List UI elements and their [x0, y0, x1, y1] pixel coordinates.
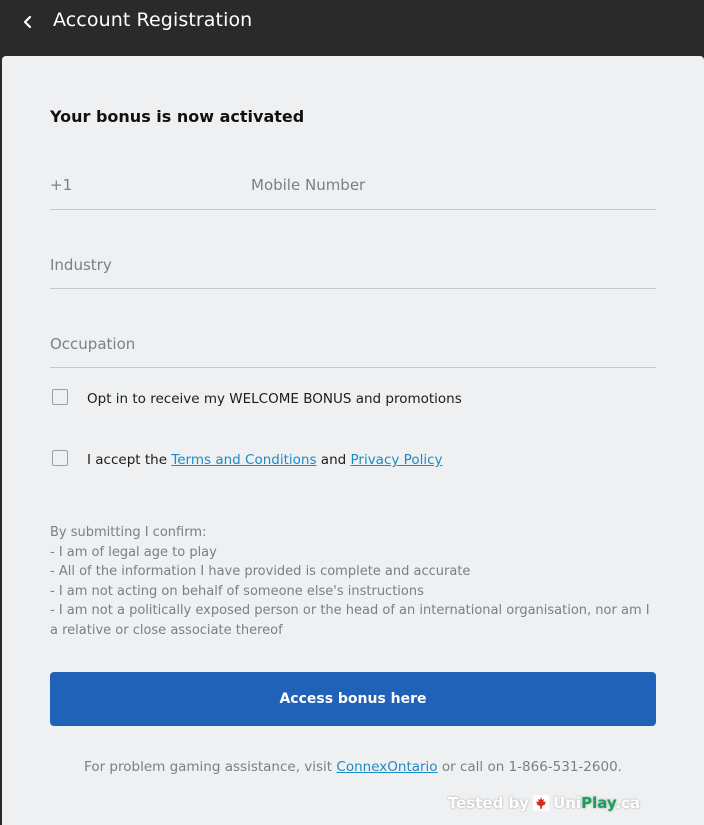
disclaimer-line: - All of the information I have provided… [50, 564, 471, 580]
page-title: Account Registration [53, 9, 253, 31]
problem-gaming-help: For problem gaming assistance, visit Con… [2, 759, 704, 775]
brand-play: Play [581, 794, 616, 812]
brand-uni: Uni [553, 794, 582, 812]
access-bonus-button[interactable]: Access bonus here [50, 672, 656, 726]
connex-ontario-link[interactable]: ConnexOntario [336, 759, 437, 775]
chevron-left-icon [23, 15, 32, 29]
occupation-input[interactable]: Occupation [50, 335, 656, 368]
optin-checkbox[interactable] [52, 389, 68, 405]
terms-label: I accept the Terms and Conditions and Pr… [87, 452, 443, 468]
terms-mid: and [316, 452, 351, 468]
back-button[interactable] [14, 8, 42, 36]
terms-prefix: I accept the [87, 452, 172, 468]
country-code-field[interactable]: +1 [50, 176, 238, 210]
terms-link[interactable]: Terms and Conditions [171, 452, 316, 468]
tested-by-watermark: Tested by UniPlay.ca [448, 794, 640, 812]
brand-name: UniPlay.ca [553, 794, 640, 812]
help-prefix: For problem gaming assistance, visit [84, 759, 337, 775]
tested-by-text: Tested by [447, 794, 530, 812]
disclaimer-line: - I am of legal age to play [50, 544, 217, 560]
disclaimer: By submitting I confirm: - I am of legal… [50, 523, 650, 641]
privacy-link[interactable]: Privacy Policy [350, 452, 442, 468]
help-suffix: or call on 1-866-531-2600. [437, 759, 622, 775]
disclaimer-line: - I am not a politically exposed person … [50, 603, 650, 638]
terms-checkbox[interactable] [52, 450, 68, 466]
maple-leaf-icon [533, 795, 550, 811]
access-bonus-label: Access bonus here [279, 691, 427, 707]
industry-placeholder: Industry [50, 256, 112, 274]
mobile-number-placeholder: Mobile Number [251, 176, 366, 194]
optin-label: Opt in to receive my WELCOME BONUS and p… [87, 391, 462, 407]
bonus-heading: Your bonus is now activated [50, 107, 305, 126]
disclaimer-line: - I am not acting on behalf of someone e… [50, 583, 424, 599]
registration-card: Your bonus is now activated +1 Mobile Nu… [2, 56, 704, 825]
brand-tld: .ca [615, 794, 640, 812]
top-bar: Account Registration [0, 0, 704, 56]
disclaimer-line: By submitting I confirm: [50, 525, 207, 540]
occupation-placeholder: Occupation [50, 335, 136, 353]
industry-input[interactable]: Industry [50, 256, 656, 289]
country-code: +1 [50, 176, 73, 194]
mobile-number-input[interactable]: Mobile Number [238, 176, 656, 210]
